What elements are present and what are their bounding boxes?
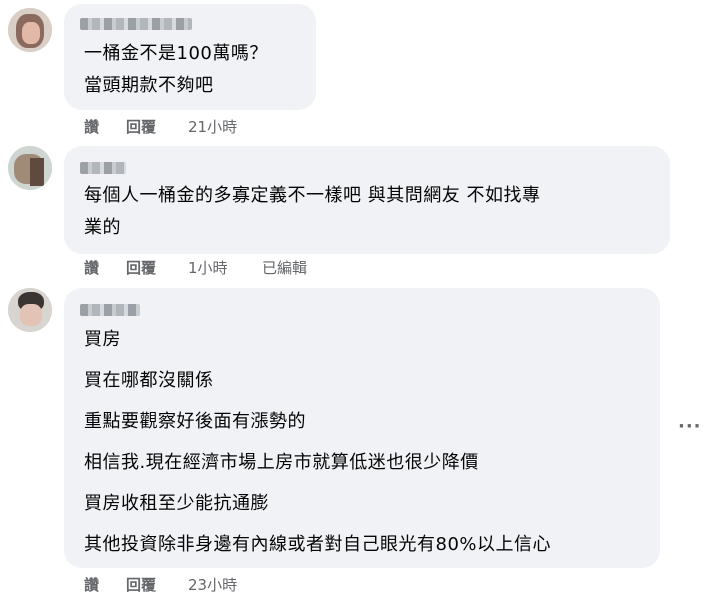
avatar[interactable] [8, 8, 52, 52]
comment-text-line: 買房收租至少能抗通膨 [84, 493, 269, 514]
comment-actions: 讚 回覆 21小時 [84, 117, 384, 137]
comment-text-line: 一桶金不是100萬嗎？ [84, 43, 268, 64]
reply-button[interactable]: 回覆 [126, 575, 156, 595]
comment-text-line: 買在哪都沒關係 [84, 370, 214, 391]
commenter-name-blurred[interactable] [80, 304, 140, 316]
avatar[interactable] [8, 288, 52, 332]
like-button[interactable]: 讚 [84, 258, 99, 278]
comment-text-line: 業的 [84, 217, 121, 238]
more-horizontal-icon[interactable]: ··· [678, 418, 701, 440]
comment-bubble: 一桶金不是100萬嗎？ 當頭期款不夠吧 [64, 4, 316, 110]
comment-text-line: 重點要觀察好後面有漲勢的 [84, 411, 306, 432]
comment-actions: 讚 回覆 1小時 已編輯 [84, 258, 404, 278]
reply-button[interactable]: 回覆 [126, 258, 156, 278]
timestamp-link[interactable]: 1小時 [188, 258, 228, 278]
edited-label[interactable]: 已編輯 [262, 258, 307, 278]
commenter-name-blurred[interactable] [80, 18, 192, 30]
timestamp-link[interactable]: 23小時 [188, 575, 237, 595]
reply-button[interactable]: 回覆 [126, 117, 156, 137]
comment-bubble: 每個人一桶金的多寡定義不一樣吧 與其問網友 不如找專 業的 [64, 146, 670, 254]
comment-actions: 讚 回覆 23小時 [84, 575, 384, 595]
like-button[interactable]: 讚 [84, 117, 99, 137]
comment-text-line: 相信我.現在經濟市場上房市就算低迷也很少降價 [84, 452, 479, 473]
like-button[interactable]: 讚 [84, 575, 99, 595]
comment-text-line: 其他投資除非身邊有內線或者對自己眼光有80%以上信心 [84, 534, 552, 555]
timestamp-link[interactable]: 21小時 [188, 117, 237, 137]
comment-text-line: 買房 [84, 329, 121, 350]
avatar[interactable] [8, 146, 52, 190]
comment-bubble: 買房 買在哪都沒關係 重點要觀察好後面有漲勢的 相信我.現在經濟市場上房市就算低… [64, 288, 660, 568]
comment-text-line: 每個人一桶金的多寡定義不一樣吧 與其問網友 不如找專 [84, 185, 541, 206]
comment-text-line: 當頭期款不夠吧 [84, 75, 214, 96]
commenter-name-blurred[interactable] [80, 162, 126, 174]
